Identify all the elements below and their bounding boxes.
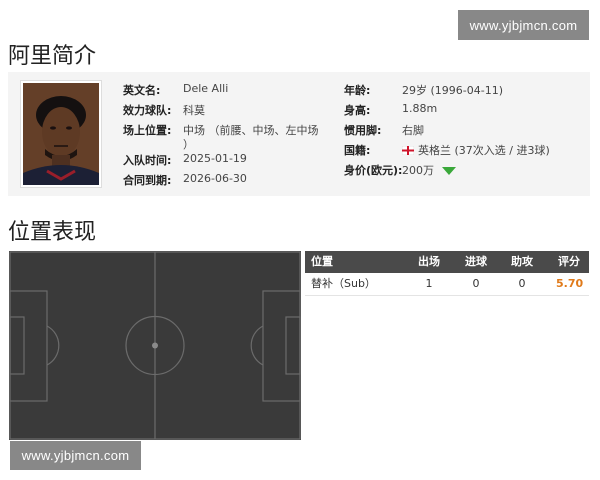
header-appearances: 出场 xyxy=(418,255,440,268)
row-assists: 0 xyxy=(518,277,526,290)
row-rating: 5.70 xyxy=(556,277,584,290)
age-value: 29岁 (1996-04-11) xyxy=(402,84,504,97)
english-name-value: Dele Alli xyxy=(183,82,229,95)
england-flag-icon xyxy=(402,146,414,155)
foot-label: 惯用脚: xyxy=(344,124,382,137)
header-goals: 进球 xyxy=(465,255,487,268)
market-value-text: 200万 xyxy=(402,164,434,177)
profile-title: 阿里简介 xyxy=(8,44,97,69)
club-value[interactable]: 科莫 xyxy=(183,102,205,118)
position-value-line2: ） xyxy=(183,138,194,151)
contract-label: 合同到期: xyxy=(123,174,172,187)
position-stats-table: 位置 出场 进球 助攻 评分 替补（Sub） 1 0 0 5.70 xyxy=(305,251,589,296)
market-value-label: 身价(欧元): xyxy=(344,164,403,177)
join-date-value: 2025-01-19 xyxy=(183,152,247,165)
position-title: 位置表现 xyxy=(8,220,97,245)
club-label: 效力球队: xyxy=(123,104,172,117)
row-appearances: 1 xyxy=(425,277,433,290)
watermark-bottom: www.yjbjmcn.com xyxy=(10,441,141,470)
age-label: 年龄: xyxy=(344,84,371,97)
nationality-text: 英格兰 (37次入选 / 进3球) xyxy=(418,144,550,157)
table-row: 替补（Sub） 1 0 0 5.70 xyxy=(305,273,589,296)
profile-card: 英文名: Dele Alli 效力球队: 科莫 场上位置: 中场 （前腰、中场、… xyxy=(8,72,590,196)
football-pitch xyxy=(9,251,301,440)
row-goals: 0 xyxy=(472,277,480,290)
header-rating: 评分 xyxy=(558,255,580,268)
position-value-line1: 中场 （前腰、中场、左中场 xyxy=(183,124,319,137)
height-label: 身高: xyxy=(344,104,371,117)
trend-down-icon xyxy=(442,167,456,175)
table-header: 位置 出场 进球 助攻 评分 xyxy=(305,251,589,273)
header-assists: 助攻 xyxy=(511,255,533,268)
nationality-value: 英格兰 (37次入选 / 进3球) xyxy=(402,142,550,158)
position-label: 场上位置: xyxy=(123,124,172,137)
contract-value: 2026-06-30 xyxy=(183,172,247,185)
height-value: 1.88m xyxy=(402,102,438,115)
english-name-label: 英文名: xyxy=(123,84,161,97)
watermark-top: www.yjbjmcn.com xyxy=(458,10,589,40)
foot-value: 右脚 xyxy=(402,124,424,137)
nationality-label: 国籍: xyxy=(344,144,371,157)
row-position: 替补（Sub） xyxy=(311,277,376,290)
join-date-label: 入队时间: xyxy=(123,154,172,167)
header-position: 位置 xyxy=(311,255,333,268)
market-value: 200万 xyxy=(402,162,456,178)
player-photo xyxy=(20,80,102,188)
